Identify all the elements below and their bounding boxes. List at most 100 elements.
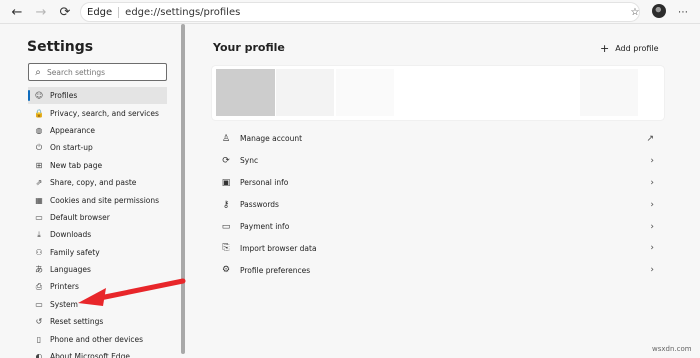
- profile-avatar-image: [216, 69, 275, 116]
- sidebar-item-share-copy-and-paste[interactable]: ⇗ Share, copy, and paste: [28, 174, 167, 191]
- row-sync[interactable]: ⟳ Sync ›: [212, 150, 664, 172]
- profile-blurred-area: [336, 69, 394, 116]
- search-input[interactable]: [47, 67, 162, 77]
- languages-icon: あ: [35, 265, 43, 275]
- address-divider: [118, 6, 120, 18]
- sidebar-item-profiles[interactable]: ☺ Profiles: [28, 87, 167, 105]
- row-label: Profile preferences: [240, 265, 311, 275]
- chevron-right-icon[interactable]: ›: [650, 200, 654, 210]
- forward-icon[interactable]: →: [32, 3, 50, 21]
- chevron-right-icon[interactable]: ›: [650, 243, 654, 253]
- sidebar-nav: ☺ Profiles 🔒 Privacy, search, and services ◍…: [28, 87, 167, 358]
- sidebar-item-label: Cookies and site permissions: [50, 195, 160, 205]
- refresh-icon[interactable]: ⟳: [56, 3, 74, 21]
- account-icon: ♙: [221, 133, 231, 144]
- profile-icon: ☺: [34, 91, 44, 101]
- watermark-text: wsxdn.com: [652, 345, 692, 353]
- sidebar-item-label: Reset settings: [50, 317, 104, 327]
- search-box[interactable]: ⌕: [28, 63, 167, 81]
- settings-sidebar: Settings ⌕ ☺ Profiles 🔒 Privacy, search, an…: [0, 25, 180, 358]
- sidebar-item-about-microsoft-edge[interactable]: ◐ About Microsoft Edge: [28, 348, 167, 358]
- chevron-right-icon[interactable]: ›: [650, 156, 654, 166]
- browser-icon: ▭: [35, 212, 43, 222]
- sidebar-item-label: Share, copy, and paste: [50, 178, 137, 188]
- site-label: Edge: [87, 6, 113, 18]
- sidebar-item-label: Privacy, search, and services: [50, 108, 159, 118]
- avatar[interactable]: [652, 4, 666, 18]
- sidebar-scrollbar[interactable]: [181, 24, 185, 354]
- sidebar-item-on-start-up[interactable]: ⏻ On start-up: [28, 139, 167, 156]
- sidebar-item-label: On start-up: [50, 143, 93, 153]
- sidebar-item-label: Languages: [50, 265, 91, 275]
- sidebar-item-languages[interactable]: あ Languages: [28, 261, 167, 278]
- printer-icon: ⎙: [35, 281, 43, 291]
- search-icon: ⌕: [35, 66, 41, 78]
- system-icon: ▭: [35, 299, 43, 309]
- row-label: Personal info: [240, 178, 289, 188]
- sidebar-item-label: Phone and other devices: [50, 334, 144, 344]
- sidebar-item-reset-settings[interactable]: ↺ Reset settings: [28, 313, 167, 330]
- sidebar-item-label: Appearance: [50, 125, 96, 135]
- row-profile-preferences[interactable]: ⚙ Profile preferences ›: [212, 259, 664, 281]
- appearance-icon: ◍: [35, 125, 43, 135]
- add-profile-button[interactable]: + Add profile: [600, 42, 659, 55]
- profile-settings-list: ♙ Manage account ↗ ⟳ Sync › ▣ Personal info › ⚷ Pa…: [212, 128, 664, 281]
- sync-icon: ⟳: [222, 155, 230, 166]
- row-label: Payment info: [240, 222, 290, 231]
- row-payment-info[interactable]: ▭ Payment info ›: [212, 216, 664, 238]
- power-icon: ⏻: [35, 142, 43, 152]
- sidebar-item-privacy-search-and-services[interactable]: 🔒 Privacy, search, and services: [28, 104, 167, 121]
- back-icon[interactable]: ←: [8, 3, 26, 21]
- plus-icon: +: [600, 42, 610, 55]
- row-label: Sync: [240, 156, 259, 166]
- personal-info-icon: ▣: [221, 177, 231, 188]
- row-personal-info[interactable]: ▣ Personal info ›: [212, 172, 664, 194]
- sidebar-item-cookies-and-site-permissions[interactable]: ▦ Cookies and site permissions: [28, 191, 167, 208]
- edge-icon: ◐: [35, 352, 43, 358]
- import-icon: ⎘: [222, 243, 230, 254]
- sidebar-item-label: System: [50, 299, 78, 309]
- key-icon: ⚷: [222, 199, 230, 210]
- profile-card[interactable]: [212, 66, 664, 120]
- sidebar-item-new-tab-page[interactable]: ⊞ New tab page: [28, 157, 167, 174]
- url-text: edge://settings/profiles: [125, 6, 241, 18]
- preferences-icon: ⚙: [221, 265, 231, 276]
- sidebar-item-printers[interactable]: ⎙ Printers: [28, 278, 167, 295]
- download-icon: ⤓: [37, 229, 41, 239]
- sidebar-item-label: Downloads: [50, 230, 92, 240]
- chevron-right-icon[interactable]: ›: [650, 222, 654, 232]
- sidebar-item-downloads[interactable]: ⤓ Downloads: [28, 226, 167, 243]
- share-icon: ⇗: [35, 178, 43, 188]
- sidebar-item-appearance[interactable]: ◍ Appearance: [28, 122, 167, 139]
- sidebar-item-default-browser[interactable]: ▭ Default browser: [28, 209, 167, 226]
- cookie-icon: ▦: [35, 195, 43, 205]
- row-import-browser-data[interactable]: ⎘ Import browser data ›: [212, 237, 664, 259]
- phone-icon: ▯: [36, 334, 42, 344]
- address-bar[interactable]: Edge edge://settings/profiles: [80, 2, 640, 22]
- family-icon: ⚇: [35, 247, 43, 257]
- row-passwords[interactable]: ⚷ Passwords ›: [212, 194, 664, 216]
- page-title: Your profile: [213, 41, 285, 54]
- profile-blurred-area: [580, 69, 638, 116]
- sidebar-item-label: Profiles: [50, 91, 78, 101]
- sidebar-item-phone-and-other-devices[interactable]: ▯ Phone and other devices: [28, 330, 167, 347]
- sidebar-title: Settings: [27, 39, 94, 55]
- more-menu-icon[interactable]: ⋯: [674, 3, 692, 21]
- sidebar-item-label: New tab page: [50, 160, 103, 170]
- row-manage-account[interactable]: ♙ Manage account ↗: [212, 128, 664, 150]
- add-profile-label: Add profile: [615, 44, 659, 53]
- sidebar-item-family-safety[interactable]: ⚇ Family safety: [28, 244, 167, 261]
- external-link-icon[interactable]: ↗: [646, 134, 654, 144]
- reset-icon: ↺: [35, 317, 43, 327]
- profile-blurred-area: [276, 69, 334, 116]
- sidebar-item-label: About Microsoft Edge: [50, 352, 130, 358]
- sidebar-item-label: Family safety: [50, 247, 100, 257]
- favorites-star-icon[interactable]: ☆: [626, 3, 644, 21]
- card-icon: ▭: [221, 221, 231, 232]
- row-label: Passwords: [240, 200, 279, 210]
- chevron-right-icon[interactable]: ›: [650, 265, 654, 275]
- chevron-right-icon[interactable]: ›: [650, 178, 654, 188]
- lock-icon: 🔒: [34, 108, 44, 118]
- sidebar-item-system[interactable]: ▭ System: [28, 296, 167, 313]
- sidebar-item-label: Default browser: [50, 212, 110, 222]
